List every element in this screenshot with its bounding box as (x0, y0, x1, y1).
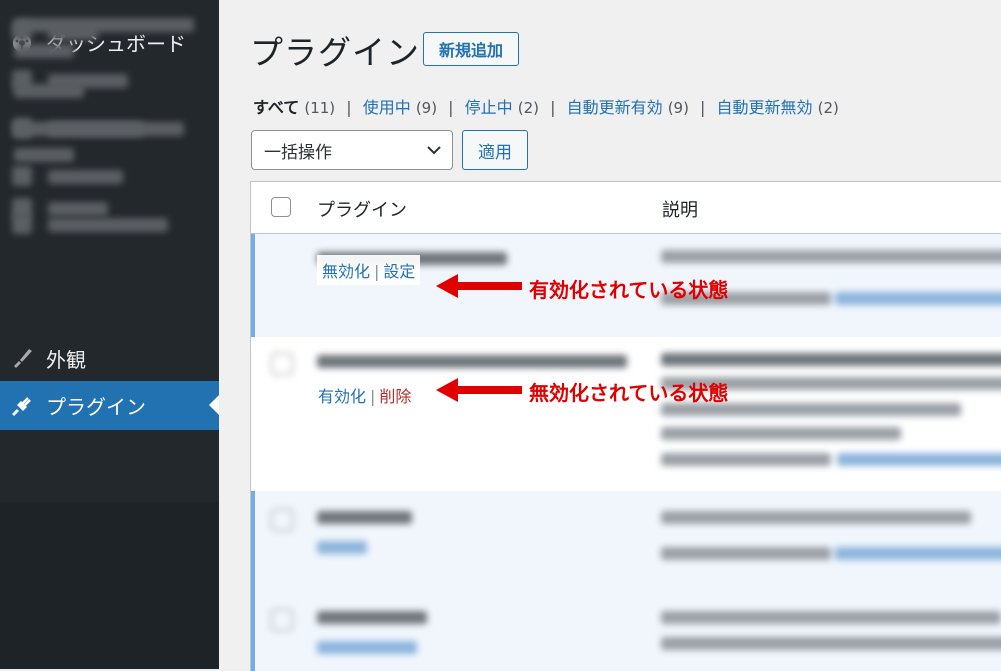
menu-label-appearance: 外観 (46, 347, 86, 372)
filter-all-count: (11) (304, 99, 336, 117)
column-header-description: 説明 (662, 200, 698, 221)
blurred-row-content (255, 591, 1001, 671)
annotation-arrow-inactive (436, 378, 522, 402)
table-row (251, 591, 1001, 671)
table-header: プラグイン 説明 (251, 182, 1001, 234)
filter-active[interactable]: 使用中 (363, 98, 411, 117)
filter-inactive-count: (2) (517, 99, 540, 117)
blurred-row-content (251, 337, 1001, 491)
action-separator: | (374, 262, 380, 281)
filter-separator: | (448, 98, 454, 117)
current-menu-pointer (209, 395, 219, 415)
action-separator: | (370, 387, 376, 406)
menu-item-appearance[interactable]: 外観 (0, 338, 219, 378)
add-new-button[interactable]: 新規追加 (423, 32, 519, 66)
filter-auto-update-enabled[interactable]: 自動更新有効 (567, 98, 663, 117)
activate-link[interactable]: 有効化 (318, 387, 366, 406)
annotation-inactive-state: 無効化されている状態 (529, 381, 729, 405)
filter-auto-update-enabled-count: (9) (667, 99, 689, 117)
filter-inactive[interactable]: 停止中 (465, 98, 513, 117)
menu-item-plugins[interactable]: プラグイン (0, 381, 219, 430)
filter-auto-update-disabled[interactable]: 自動更新無効 (717, 98, 813, 117)
chevron-down-icon (426, 140, 442, 164)
table-row (251, 491, 1001, 591)
filter-all[interactable]: すべて (253, 98, 299, 117)
settings-link[interactable]: 設定 (383, 262, 415, 281)
apply-button[interactable]: 適用 (462, 130, 528, 170)
paintbrush-icon (10, 346, 34, 370)
table-row (251, 337, 1001, 491)
blurred-row-content (255, 491, 1001, 591)
plugin-icon (10, 394, 34, 418)
admin-sidebar: ダッシュボード 外観 プラグイン (0, 0, 219, 669)
filter-separator: | (346, 98, 352, 117)
menu-label-plugins: プラグイン (46, 395, 146, 419)
row-actions-inactive: 有効化 | 削除 (313, 380, 417, 410)
plugins-table: プラグイン 説明 無効化 | 設定 有効化 | 削除 (250, 181, 1001, 671)
select-all-checkbox[interactable] (271, 197, 291, 217)
annotation-active-state: 有効化されている状態 (529, 278, 729, 302)
filter-separator: | (550, 98, 556, 117)
main-content: プラグイン 新規追加 すべて (11) | 使用中 (9) | 停止中 (2) … (219, 0, 1001, 671)
bulk-action-value: 一括操作 (264, 142, 332, 163)
row-actions-active: 無効化 | 設定 (317, 255, 421, 285)
bulk-action-select[interactable]: 一括操作 (251, 130, 453, 170)
status-filters: すべて (11) | 使用中 (9) | 停止中 (2) | 自動更新有効 (9… (253, 94, 839, 118)
annotation-arrow-active (436, 274, 522, 298)
filter-active-count: (9) (415, 99, 438, 117)
filter-auto-update-disabled-count: (2) (817, 99, 839, 117)
delete-link[interactable]: 削除 (379, 387, 411, 406)
page-title: プラグイン (250, 33, 420, 72)
filter-separator: | (700, 98, 706, 117)
deactivate-link[interactable]: 無効化 (322, 262, 370, 281)
column-header-plugin: プラグイン (317, 200, 407, 221)
